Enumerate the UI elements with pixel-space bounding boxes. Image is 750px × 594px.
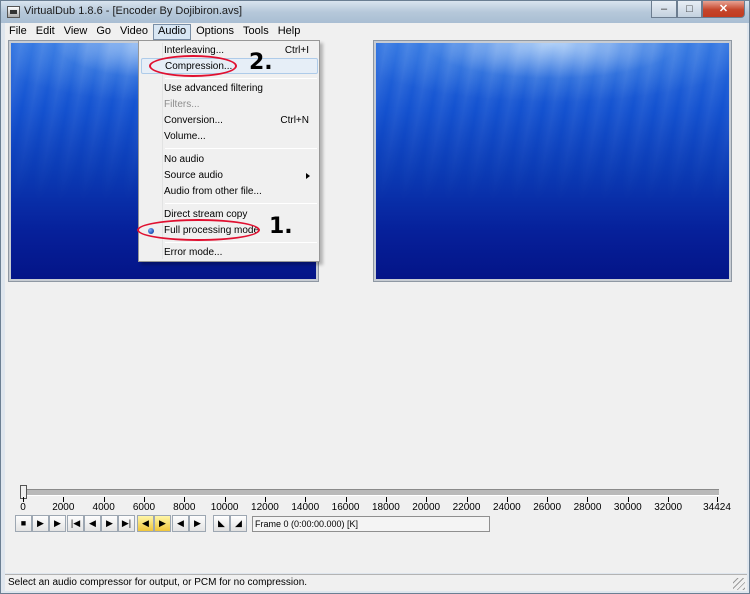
menu-edit[interactable]: Edit — [32, 24, 59, 40]
timeline-tick-label: 6000 — [132, 502, 156, 513]
play-output-button[interactable]: ▶ — [49, 515, 66, 532]
menu-options[interactable]: Options — [192, 24, 238, 40]
frame-position-field[interactable]: Frame 0 (0:00:00.000) [K] — [252, 516, 490, 532]
menu-item-conversion[interactable]: Conversion... Ctrl+N — [141, 113, 318, 129]
annotation-step-1: 1. — [269, 214, 293, 239]
menu-separator — [165, 203, 317, 204]
timeline-tick-label: 4000 — [92, 502, 115, 513]
timeline-tick-label: 18000 — [371, 502, 400, 513]
timeline-tick-label: 24000 — [492, 502, 521, 513]
menu-help[interactable]: Help — [274, 24, 305, 40]
timeline-tick-label: 22000 — [452, 502, 481, 513]
output-video-pane[interactable] — [373, 40, 732, 282]
scene-forward-button[interactable]: ▶ — [189, 515, 206, 532]
timeline-tick-label: 12000 — [251, 502, 279, 513]
timeline-tick-label: 2000 — [52, 502, 75, 513]
menu-item-label: Error mode... — [164, 247, 223, 258]
menu-item-advanced-filtering[interactable]: Use advanced filtering — [141, 81, 318, 97]
menu-item-shortcut: Ctrl+I — [284, 45, 309, 56]
minimize-button[interactable]: – — [651, 1, 677, 18]
menu-video[interactable]: Video — [116, 24, 152, 40]
menu-audio[interactable]: Audio — [152, 24, 192, 40]
menu-file[interactable]: File — [5, 24, 31, 40]
menu-separator — [165, 242, 317, 243]
go-start-button[interactable]: |◀ — [67, 515, 84, 532]
timeline-track[interactable] — [21, 489, 719, 496]
menu-separator — [165, 78, 317, 79]
resize-grip-icon[interactable] — [733, 578, 745, 590]
menu-item-label: Use advanced filtering — [164, 83, 263, 94]
timeline-tick-label: 8000 — [173, 502, 196, 513]
timeline-tick-label: 20000 — [412, 502, 441, 513]
menu-tools[interactable]: Tools — [239, 24, 273, 40]
menu-item-volume[interactable]: Volume... — [141, 129, 318, 145]
status-bar: Select an audio compressor for output, o… — [5, 574, 747, 591]
annotation-circle-compression — [149, 55, 237, 77]
prev-keyframe-button[interactable]: ◀ — [137, 515, 154, 532]
menu-item-label: Volume... — [164, 131, 206, 142]
next-frame-button[interactable]: ▶ — [101, 515, 118, 532]
timeline-tick-label: 10000 — [210, 502, 239, 513]
title-bar[interactable]: VirtualDub 1.8.6 - [Encoder By Dojibiron… — [1, 1, 749, 23]
status-text: Select an audio compressor for output, o… — [8, 577, 308, 588]
menu-item-source-audio[interactable]: Source audio — [141, 168, 318, 184]
stop-button[interactable]: ■ — [15, 515, 32, 532]
menu-item-error-mode[interactable]: Error mode... — [141, 245, 318, 261]
scene-back-button[interactable]: ◀ — [172, 515, 189, 532]
film-icon[interactable] — [7, 6, 20, 18]
submenu-arrow-icon — [306, 173, 310, 179]
prev-frame-button[interactable]: ◀ — [84, 515, 101, 532]
menu-item-label: No audio — [164, 154, 205, 165]
menu-item-label: Conversion... — [164, 115, 223, 126]
timeline-tick-label: 0 — [20, 502, 26, 513]
mark-out-button[interactable]: ◢ — [230, 515, 247, 532]
timeline-tick-label: 16000 — [331, 502, 360, 513]
timeline-tick-label: 28000 — [573, 502, 602, 513]
mark-in-button[interactable]: ◣ — [213, 515, 230, 532]
output-light-rays — [376, 43, 729, 279]
menu-item-label: Filters... — [164, 99, 200, 110]
menu-item-shortcut: Ctrl+N — [280, 115, 309, 126]
next-keyframe-button[interactable]: ▶ — [154, 515, 171, 532]
annotation-step-2: 2. — [249, 50, 273, 75]
menu-view[interactable]: View — [60, 24, 92, 40]
menu-item-audio-other-file[interactable]: Audio from other file... — [141, 184, 318, 200]
menu-item-label: Audio from other file... — [164, 186, 262, 197]
timeline-tick-label: 32000 — [654, 502, 683, 513]
timeline-tick-label: 34424 — [703, 502, 731, 513]
menu-item-label: Source audio — [164, 170, 223, 181]
menu-item-filters: Filters... — [141, 97, 318, 113]
timeline-tick-label: 30000 — [613, 502, 642, 513]
menu-separator — [165, 148, 317, 149]
play-input-button[interactable]: ▶ — [32, 515, 49, 532]
menu-item-no-audio[interactable]: No audio — [141, 152, 318, 168]
menu-bar: File Edit View Go Video Audio Options To… — [5, 23, 747, 41]
timeline-tick-label: 14000 — [291, 502, 320, 513]
window-controls: – □ ✕ — [651, 1, 745, 18]
timeline-tick-label: 26000 — [533, 502, 562, 513]
app-window: VirtualDub 1.8.6 - [Encoder By Dojibiron… — [0, 0, 750, 594]
go-end-button[interactable]: ▶| — [118, 515, 135, 532]
annotation-circle-full-processing — [137, 219, 260, 241]
menu-go[interactable]: Go — [92, 24, 115, 40]
window-title: VirtualDub 1.8.6 - [Encoder By Dojibiron… — [24, 5, 243, 17]
close-button[interactable]: ✕ — [702, 1, 745, 18]
maximize-button[interactable]: □ — [677, 1, 702, 18]
